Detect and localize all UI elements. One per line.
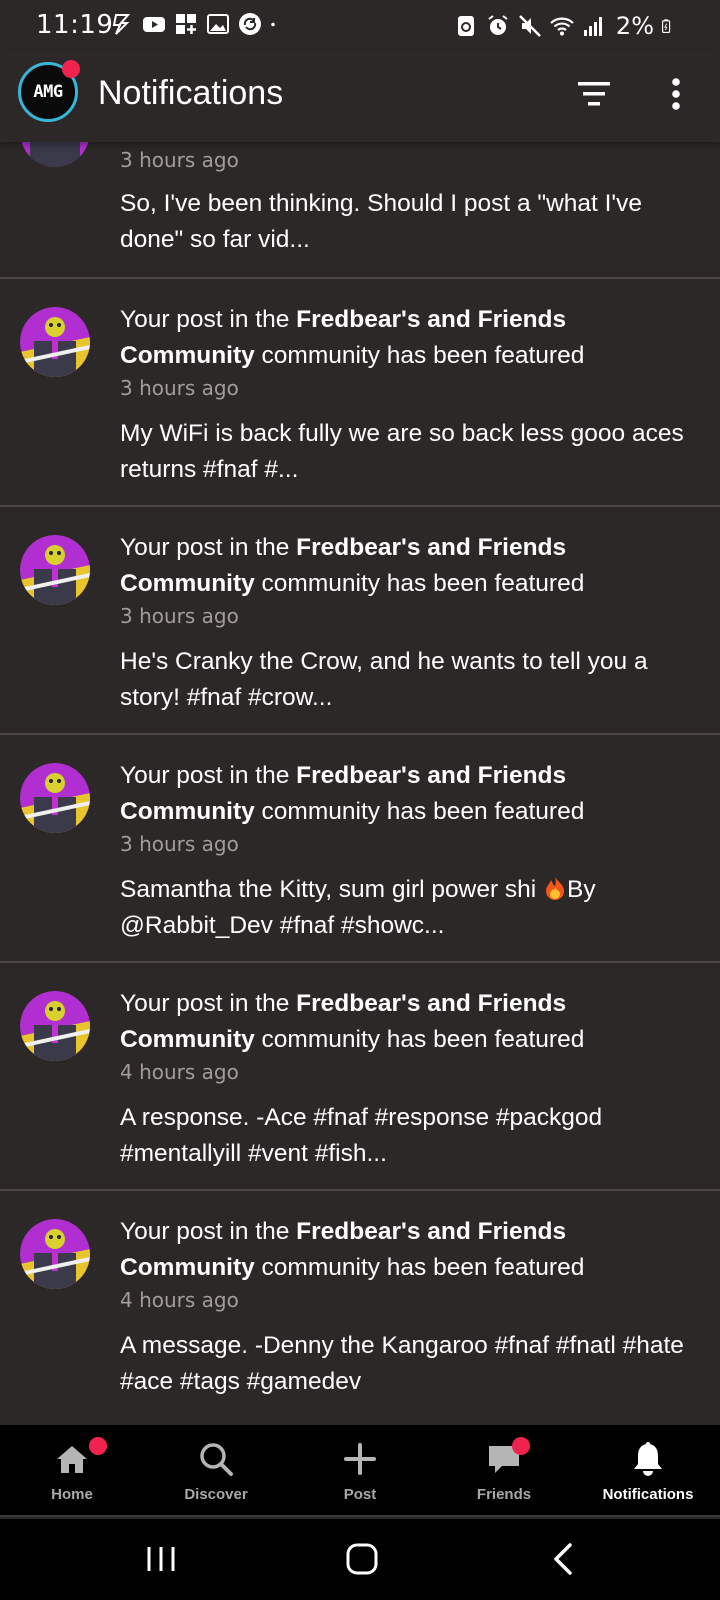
headline-prefix: Your post in the <box>120 990 297 1017</box>
nav-discover[interactable]: Discover <box>144 1425 288 1517</box>
filter-icon[interactable] <box>572 72 616 116</box>
notification-time: 4 hours ago <box>120 1288 239 1312</box>
recycle-icon <box>457 16 474 36</box>
nav-home[interactable]: Home <box>0 1425 144 1517</box>
avatar-image <box>20 1219 90 1289</box>
notification-item[interactable]: Your post in the Fredbear's and Friends … <box>0 508 720 735</box>
bell-icon <box>634 1442 662 1476</box>
back-icon[interactable] <box>542 1537 586 1581</box>
notification-list[interactable]: 3 hours ago So, I've been thinking. Shou… <box>0 142 720 1425</box>
notification-time: 3 hours ago <box>120 148 239 172</box>
nav-notifications[interactable]: Notifications <box>576 1425 720 1517</box>
avatar[interactable] <box>20 142 90 167</box>
avatar-image <box>20 763 90 833</box>
avatar[interactable] <box>20 1219 90 1289</box>
bottom-nav: Home Discover Post Friends Notifications <box>0 1425 720 1517</box>
signal-icon <box>583 17 602 36</box>
headline-suffix: community has been featured <box>254 1254 585 1281</box>
notification-time: 3 hours ago <box>120 832 239 856</box>
notification-time: 4 hours ago <box>120 1060 239 1084</box>
recents-icon[interactable] <box>139 1537 183 1581</box>
wifi-icon <box>550 17 574 36</box>
nav-label: Post <box>343 1486 377 1503</box>
notification-item[interactable]: Your post in the Fredbear's and Friends … <box>0 736 720 963</box>
avatar-image <box>20 535 90 605</box>
notification-body: A message. -Denny the Kangaroo #fnaf #fn… <box>120 1332 684 1395</box>
avatar-image <box>20 307 90 377</box>
logo-notification-badge <box>62 60 80 78</box>
system-nav-bar <box>0 1519 720 1600</box>
headline-suffix: community has been featured <box>254 570 585 597</box>
notification-headline: Your post in the Fredbear's and Friends … <box>120 302 700 374</box>
battery-percent: 2% <box>615 12 654 40</box>
nav-label: Discover <box>184 1486 248 1503</box>
nav-label: Friends <box>476 1486 532 1503</box>
avatar-image <box>20 991 90 1061</box>
notification-headline: Your post in the Fredbear's and Friends … <box>120 530 700 602</box>
notification-headline: Your post in the Fredbear's and Friends … <box>120 1214 700 1286</box>
notification-body: He's Cranky the Crow, and he wants to te… <box>120 648 648 711</box>
notification-body: A response. -Ace #fnaf #response #packgo… <box>120 1104 603 1167</box>
avatar[interactable] <box>20 535 90 605</box>
youtube-icon <box>143 17 165 32</box>
status-bar: 11:19 2% <box>0 0 720 52</box>
headline-prefix: Your post in the <box>120 306 297 333</box>
notification-headline: Your post in the Fredbear's and Friends … <box>120 758 700 830</box>
headline-suffix: community has been featured <box>254 342 585 369</box>
search-icon <box>200 1443 233 1476</box>
nav-label: Notifications <box>602 1486 694 1503</box>
notification-body: So, I've been thinking. Should I post a … <box>120 190 642 253</box>
battery-icon <box>662 19 671 33</box>
notification-item[interactable]: Your post in the Fredbear's and Friends … <box>0 964 720 1191</box>
mute-icon <box>519 15 541 37</box>
body-text-before: Samantha the Kitty, sum girl power shi <box>120 876 544 903</box>
nav-label: Home <box>51 1486 93 1503</box>
status-time: 11:19 <box>36 10 114 40</box>
headline-suffix: community has been featured <box>254 798 585 825</box>
status-left-icons <box>110 12 282 36</box>
avatar[interactable] <box>20 763 90 833</box>
notification-time: 3 hours ago <box>120 376 239 400</box>
apps-icon <box>176 14 196 34</box>
alarm-icon <box>488 15 508 35</box>
notification-item[interactable]: Your post in the Fredbear's and Friends … <box>0 280 720 507</box>
notification-item[interactable]: Your post in the Fredbear's and Friends … <box>0 1192 720 1425</box>
flash-icon <box>112 14 131 35</box>
notification-item[interactable]: 3 hours ago So, I've been thinking. Shou… <box>0 142 720 279</box>
notification-body: My WiFi is back fully we are so back les… <box>120 420 684 483</box>
nav-post[interactable]: Post <box>288 1425 432 1517</box>
gallery-icon <box>207 14 229 34</box>
friends-badge <box>512 1437 530 1455</box>
avatar-image <box>21 142 89 167</box>
dot-icon <box>271 22 275 27</box>
nav-friends[interactable]: Friends <box>432 1425 576 1517</box>
notification-headline: Your post in the Fredbear's and Friends … <box>120 986 700 1058</box>
plus-icon <box>344 1443 376 1475</box>
headline-prefix: Your post in the <box>120 534 297 561</box>
headline-prefix: Your post in the <box>120 762 297 789</box>
notification-body: Samantha the Kitty, sum girl power shi B… <box>120 872 700 944</box>
fire-emoji-icon <box>546 876 565 900</box>
headline-prefix: Your post in the <box>120 1218 297 1245</box>
app-header: AMG Notifications <box>0 52 720 142</box>
page-title: Notifications <box>98 74 284 112</box>
avatar[interactable] <box>20 307 90 377</box>
notification-time: 3 hours ago <box>120 604 239 628</box>
status-right-icons: 2% <box>454 12 676 40</box>
app-logo-text: AMG <box>33 82 63 102</box>
home-badge <box>89 1437 107 1455</box>
more-vert-icon[interactable] <box>654 72 698 116</box>
sync-icon <box>239 13 261 35</box>
home-icon <box>57 1446 87 1473</box>
headline-suffix: community has been featured <box>254 1026 585 1053</box>
avatar[interactable] <box>20 991 90 1061</box>
home-circle-icon[interactable] <box>340 1537 384 1581</box>
